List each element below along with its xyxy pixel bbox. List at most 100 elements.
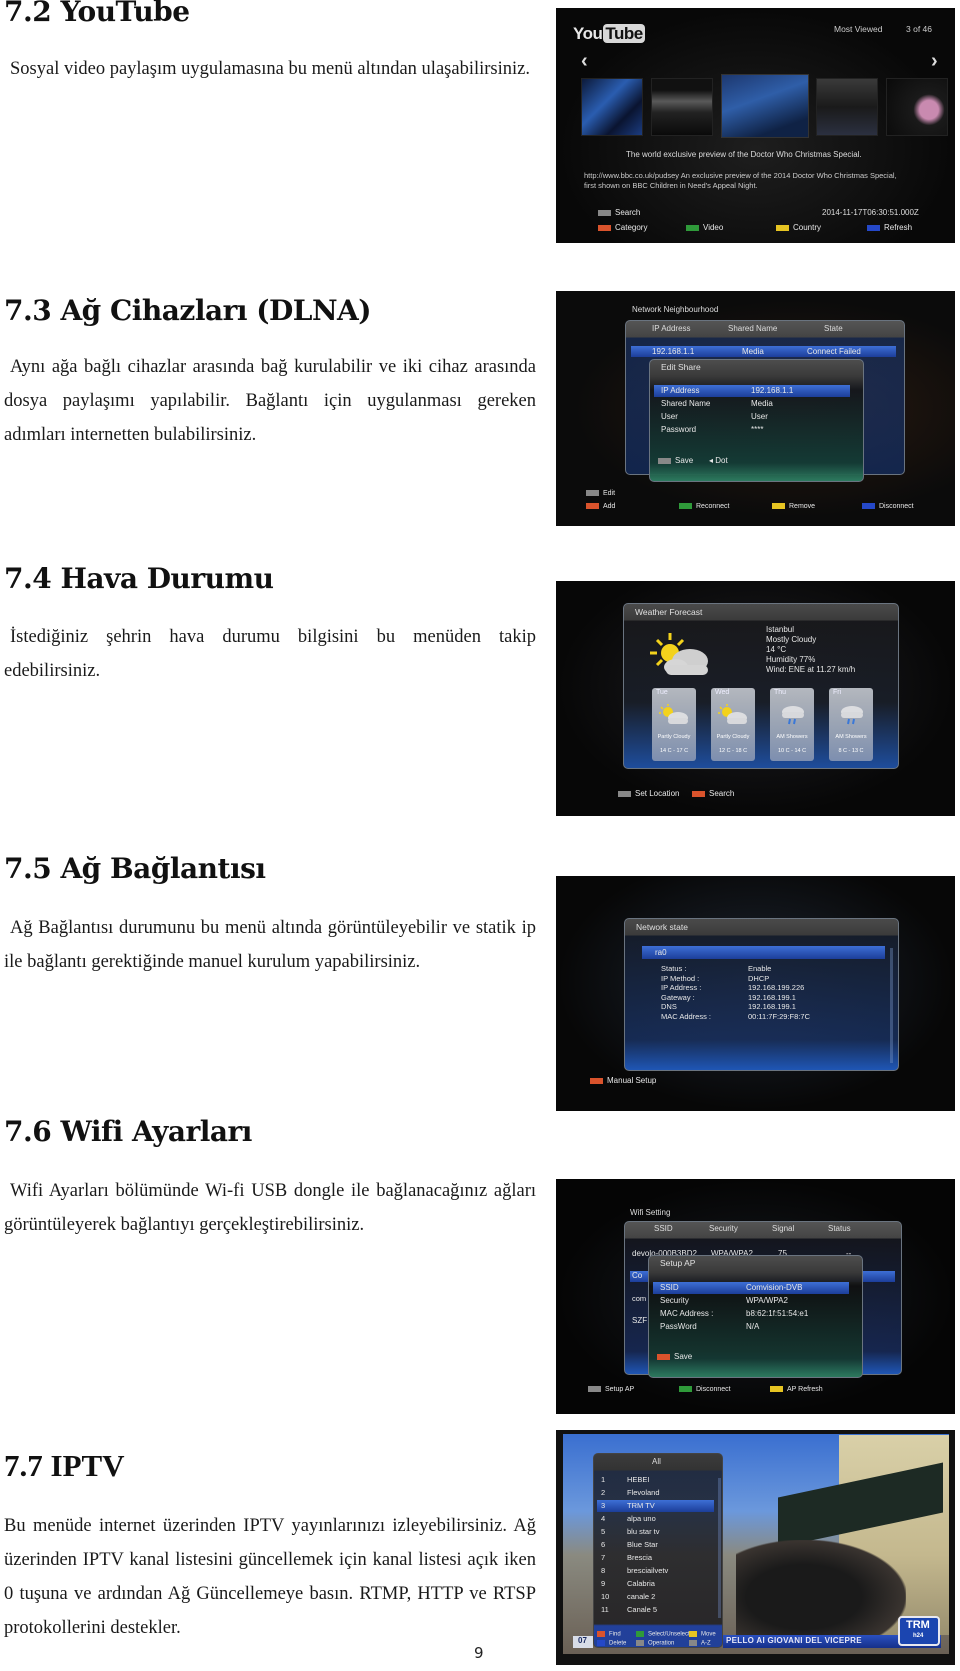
key-video[interactable]: Video — [686, 223, 723, 232]
key-grey-icon — [586, 490, 599, 497]
field-value: 192.168.199.226 — [748, 983, 805, 992]
channel-group: All — [652, 1457, 661, 1466]
key-search[interactable]: Search — [598, 208, 640, 217]
channel-number: 4 — [601, 1514, 606, 1523]
key-disconnect[interactable]: Disconnect — [862, 503, 914, 510]
section-heading-youtube: 7.2 YouTube — [4, 0, 190, 28]
video-thumbnail[interactable] — [581, 78, 643, 136]
section-heading-iptv: 7.7 IPTV — [4, 1448, 125, 1483]
forecast-condition: AM Showers — [835, 734, 867, 740]
chevron-left-icon[interactable]: ‹ — [581, 50, 588, 73]
blue-key-icon — [862, 503, 875, 510]
channel-row[interactable] — [597, 1591, 714, 1603]
channel-name: TRM TV — [627, 1501, 655, 1510]
key-reconnect[interactable]: Reconnect — [679, 503, 729, 510]
channel-row[interactable] — [597, 1578, 714, 1590]
section-paragraph-weather: İstediğiniz şehrin hava durumu bilgisini… — [4, 627, 536, 681]
share-ip: 192.168.1.1 — [652, 347, 695, 356]
field-value[interactable]: User — [751, 412, 768, 421]
key-add[interactable]: Add — [586, 503, 615, 510]
field-value[interactable]: 192.168.1.1 — [751, 386, 793, 395]
chevron-right-icon[interactable]: › — [931, 50, 938, 73]
forecast-condition: AM Showers — [776, 734, 808, 740]
video-thumbnail-selected[interactable] — [721, 74, 809, 138]
field-label: Status : — [661, 964, 687, 973]
key-disconnect[interactable]: Disconnect — [679, 1386, 731, 1393]
key-manual-setup[interactable]: Manual Setup — [590, 1076, 656, 1085]
key-search[interactable]: Search — [692, 789, 734, 798]
key-operation[interactable]: Operation — [636, 1640, 674, 1647]
channel-number: 8 — [601, 1566, 606, 1575]
channel-name: blu star tv — [627, 1527, 660, 1536]
key-delete[interactable]: Delete — [597, 1640, 626, 1647]
channel-number: 1 — [601, 1475, 606, 1484]
red-key-icon — [586, 503, 599, 510]
key-remove[interactable]: Remove — [772, 503, 815, 510]
green-key-icon — [686, 224, 699, 231]
channel-name: Calabria — [627, 1579, 655, 1588]
key-edit[interactable]: Edit — [586, 490, 615, 497]
share-name: Media — [742, 347, 764, 356]
field-value: DHCP — [748, 973, 770, 983]
section-heading-weather: 7.4 Hava Durumu — [4, 562, 274, 595]
field-label: Security — [660, 1296, 689, 1305]
dialog-title: Setup AP — [660, 1258, 696, 1268]
field-value[interactable]: **** — [751, 425, 763, 434]
dot-button[interactable]: ◂ Dot — [709, 456, 728, 465]
channel-name: HEBEI — [627, 1475, 650, 1484]
scrollbar[interactable] — [890, 948, 893, 1063]
field-label: Gateway : — [661, 992, 695, 1002]
field-value[interactable]: b8:62:1f:51:54:e1 — [746, 1309, 808, 1318]
channel-row[interactable] — [597, 1474, 714, 1486]
video-thumbnail[interactable] — [816, 78, 878, 136]
forecast-day: Thu — [774, 689, 787, 696]
key-category[interactable]: Category — [598, 223, 647, 232]
scrollbar[interactable] — [718, 1478, 721, 1618]
green-key-icon — [636, 1631, 644, 1637]
forecast-condition: Partly Cloudy — [716, 734, 750, 740]
section-paragraph-wifi: Wifi Ayarları bölümünde Wi-fi USB dongle… — [4, 1181, 536, 1235]
partly-cloudy-icon — [650, 633, 708, 675]
ticker-time: 07 — [578, 1636, 587, 1645]
key-refresh[interactable]: Refresh — [867, 223, 912, 232]
channel-row[interactable] — [597, 1552, 714, 1564]
channel-row-selected[interactable] — [597, 1500, 714, 1512]
wifi-screenshot: Wifi Setting SSID Security Signal Status… — [556, 1179, 955, 1414]
channel-name: Canale 5 — [627, 1605, 658, 1614]
column-header: Shared Name — [728, 324, 778, 333]
section-paragraph-network: Ağ Bağlantısı durumunu bu menü altında g… — [4, 918, 536, 972]
video-thumbnail[interactable] — [886, 78, 948, 136]
yellow-key-icon — [689, 1631, 697, 1637]
page-counter: 3 of 46 — [906, 24, 932, 34]
save-button[interactable]: Save — [658, 456, 693, 465]
key-move[interactable]: Move — [689, 1631, 716, 1638]
interface-row-selected[interactable] — [642, 946, 885, 959]
section-paragraph-iptv: Bu menüde internet üzerinden IPTV yayınl… — [4, 1516, 536, 1638]
column-header: Signal — [772, 1224, 795, 1233]
window-title: Network Neighbourhood — [632, 305, 719, 314]
column-header: Status — [828, 1224, 851, 1233]
feed-label: Most Viewed — [834, 24, 883, 34]
key-select[interactable]: Select/Unselect — [636, 1631, 690, 1638]
field-label: IP Address : — [661, 983, 702, 992]
key-set-location[interactable]: Set Location — [618, 789, 679, 798]
key-setup-ap[interactable]: Setup AP — [588, 1386, 634, 1393]
video-thumbnail[interactable] — [651, 78, 713, 136]
wifi-ssid: Co — [632, 1271, 643, 1280]
field-value[interactable]: Comvision-DVB — [746, 1283, 802, 1292]
showers-icon — [841, 706, 863, 725]
key-ap-refresh[interactable]: AP Refresh — [770, 1386, 823, 1393]
red-key-icon — [597, 1631, 605, 1637]
video-timestamp: 2014-11-17T06:30:51.000Z — [822, 208, 919, 217]
field-value[interactable]: N/A — [746, 1322, 759, 1331]
ticker-text: PELLO AI GIOVANI DEL VICEPRE — [726, 1636, 862, 1645]
key-az[interactable]: A-Z — [689, 1640, 711, 1647]
field-value[interactable]: WPA/WPA2 — [746, 1296, 788, 1305]
key-find[interactable]: Find — [597, 1631, 621, 1638]
field-value[interactable]: Media — [751, 399, 773, 408]
dialog-title: Weather Forecast — [635, 607, 703, 617]
save-button[interactable]: Save — [657, 1352, 692, 1361]
field-label: MAC Address : — [661, 1011, 712, 1021]
key-country[interactable]: Country — [776, 223, 821, 232]
dlna-screenshot: Network Neighbourhood IP Address Shared … — [556, 291, 955, 526]
